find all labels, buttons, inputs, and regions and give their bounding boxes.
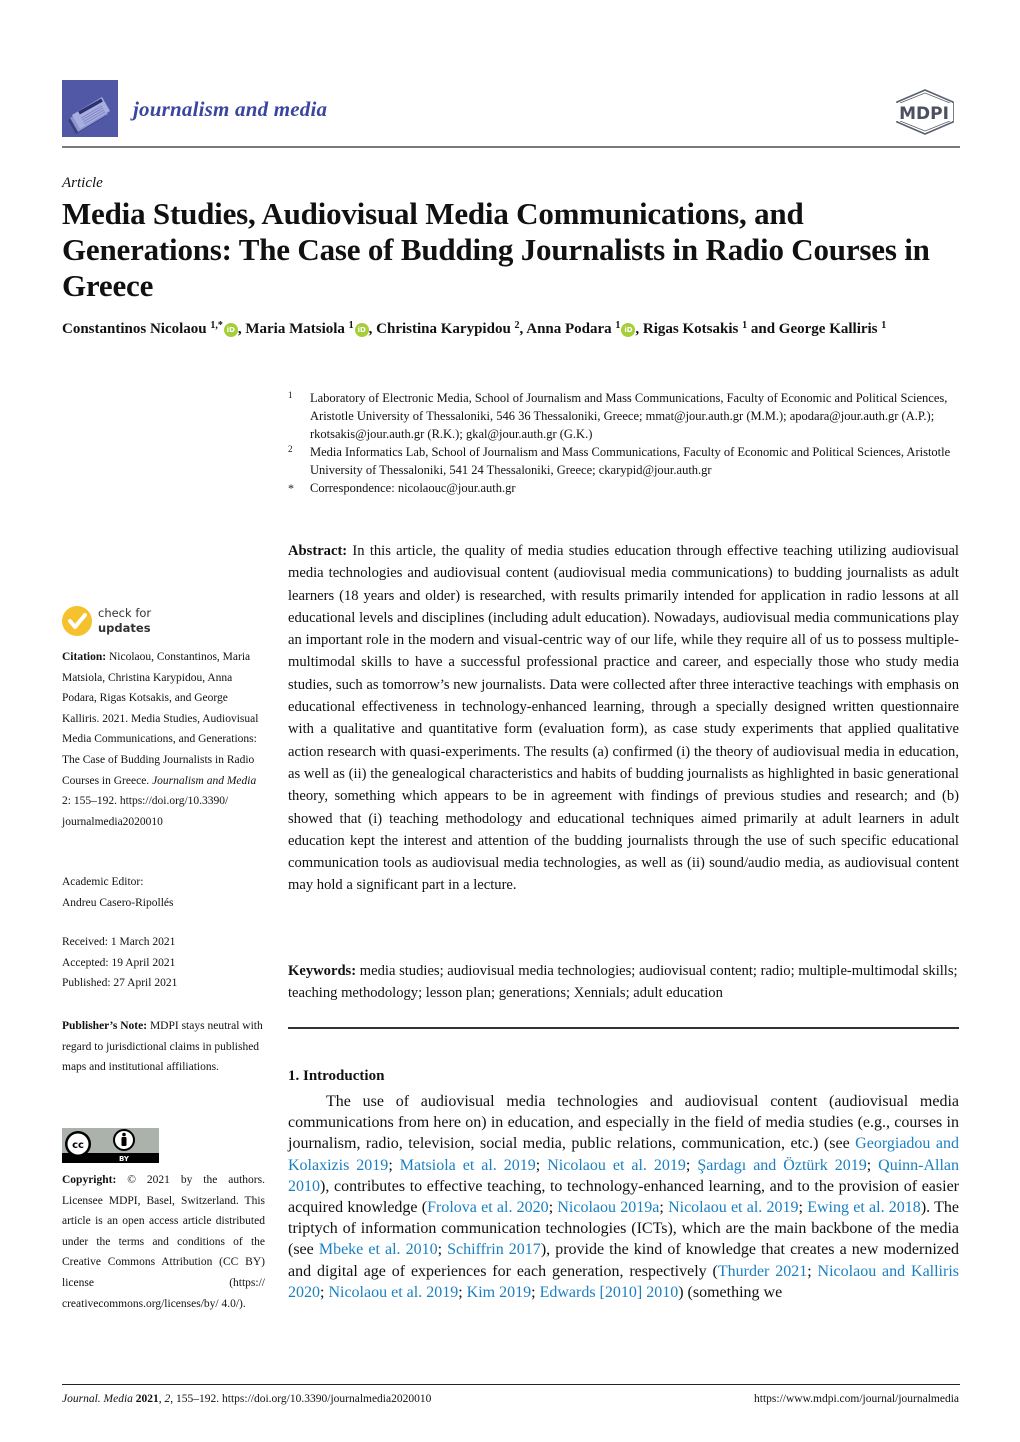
footer-journal: Journal. Media [62,1393,133,1405]
footer-year: 2021 [135,1393,159,1405]
intro-text: ; [437,1241,448,1259]
reference-link[interactable]: Matsiola et al. 2019 [400,1157,536,1174]
citation-journal: Journalism and Media [152,774,257,787]
author-affiliation-sup: 1,* [210,320,223,331]
mdpi-logo-text: MDPI [899,104,949,124]
academic-editor: Academic Editor: Andreu Casero-Ripollés [62,872,265,913]
intro-text: ; [807,1262,818,1280]
received-date: Received: 1 March 2021 [62,936,176,948]
section-heading-introduction: 1. Introduction [288,1068,385,1084]
copyright-label: Copyright: [62,1174,117,1186]
author-name: Rigas Kotsakis [642,321,743,337]
reference-link[interactable]: Kim 2019 [467,1284,531,1301]
accepted-date: Accepted: 19 April 2021 [62,956,176,969]
intro-text: ; [458,1283,467,1301]
publisher-note: Publisher’s Note: MDPI stays neutral wit… [62,1016,265,1078]
by-icon: BY [119,1155,130,1163]
reference-link[interactable]: Mbeke et al. 2010 [319,1241,438,1258]
citation-text: Nicolaou, Constantinos, Maria Matsiola, … [62,651,259,787]
correspondence-marker: * [288,481,294,495]
author-affiliation-sup: 1 [881,320,887,331]
reference-link[interactable]: Şardagı and Öztürk 2019 [697,1157,866,1174]
citation-label: Citation: [62,651,107,663]
author-affiliation-sup: 1 [615,320,621,331]
keywords: Keywords: media studies; audiovisual med… [288,960,959,1005]
abstract-text: In this article, the quality of media st… [288,543,959,894]
citation-doi[interactable]: 2: 155–192. https://doi.org/10.3390/ jou… [62,795,228,828]
abstract-label: Abstract: [288,543,348,559]
intro-text: ; [388,1156,400,1174]
affiliation-text: Laboratory of Electronic Media, School o… [310,391,948,441]
journal-logo-icon[interactable] [62,80,118,137]
copyright-text: © 2021 by the authors. Licensee MDPI, Ba… [62,1174,265,1310]
keywords-text: media studies; audiovisual media technol… [288,963,958,1002]
publisher-note-label: Publisher’s Note: [62,1020,148,1032]
affiliation-marker: 1 [288,390,293,400]
author-name: Maria Matsiola [245,321,349,337]
intro-text: ; [798,1199,808,1217]
affiliation-marker: 2 [288,444,293,454]
check-for-label: check for [98,606,152,620]
author-affiliation-sup: 1 [348,320,354,331]
intro-text: ; [685,1156,698,1174]
mdpi-logo-icon[interactable]: MDPI [885,88,960,136]
intro-text: ; [866,1156,879,1174]
reference-link[interactable]: Nicolaou 2019a [557,1199,659,1216]
footer-journal-url[interactable]: https://www.mdpi.com/journal/journalmedi… [700,1393,959,1405]
check-for-updates-button[interactable]: check for updates [62,604,172,638]
reference-link[interactable]: Nicolaou et al. 2019 [328,1284,458,1301]
author-affiliation-sup: 2 [514,320,520,331]
author-list: Constantinos Nicolaou 1,* iD, Maria Matsi… [62,320,887,337]
header-divider [62,146,960,148]
affiliations: 1 Laboratory of Electronic Media, School… [288,389,968,497]
abstract: Abstract: In this article, the quality o… [288,540,959,897]
cc-by-license-badge[interactable]: cc BY [62,1128,159,1163]
cc-icon: cc [72,1140,84,1151]
reference-link[interactable]: Edwards [2010] 2010 [540,1284,679,1301]
checkmark-icon [62,606,92,636]
reference-link[interactable]: Nicolaou et al. 2019 [668,1199,798,1216]
affiliation-2: 2 Media Informatics Lab, School of Journ… [288,443,968,479]
publication-dates: Received: 1 March 2021 Accepted: 19 Apri… [62,932,265,994]
affiliation-1: 1 Laboratory of Electronic Media, School… [288,389,968,443]
reference-link[interactable]: Ewing et al. 2018 [807,1199,921,1216]
reference-link[interactable]: Nicolaou et al. 2019 [547,1157,686,1174]
introduction-paragraph: The use of audiovisual media technologie… [288,1091,959,1303]
reference-link[interactable]: Frolova et al. 2020 [427,1199,549,1216]
author-name: Christina Karypidou [376,321,515,337]
author-affiliation-sup: 1 [742,320,748,331]
citation-block: Citation: Nicolaou, Constantinos, Maria … [62,647,265,832]
author-name: Anna Podara [526,321,616,337]
article-type: Article [62,175,103,191]
reference-link[interactable]: Schiffrin 2017 [447,1241,541,1258]
correspondence-text: Correspondence: nicolaouc@jour.auth.gr [310,481,516,495]
orcid-icon[interactable]: iD [354,323,369,337]
affiliation-text: Media Informatics Lab, School of Journal… [310,445,951,477]
editor-label: Academic Editor: [62,876,144,888]
footer-divider [62,1384,960,1385]
footer-citation: Journal. Media 2021, 2, 155–192. https:/… [62,1393,432,1405]
updates-label: updates [98,621,151,635]
keywords-label: Keywords: [288,963,357,979]
published-date: Published: 27 April 2021 [62,977,178,990]
reference-link[interactable]: Thurder 2021 [718,1263,807,1280]
article-title: Media Studies, Audiovisual Media Communi… [62,196,930,303]
journal-name[interactable]: journalism and media [133,97,327,122]
intro-text: ; [659,1199,669,1217]
copyright-notice: Copyright: © 2021 by the authors. Licens… [62,1170,265,1314]
orcid-icon[interactable]: iD [621,323,636,337]
author-name: George Kalliris [778,321,882,337]
footer-doi[interactable]: , 155–192. https://doi.org/10.3390/journ… [170,1393,431,1405]
editor-name: Andreu Casero-Ripollés [62,896,174,909]
intro-text: ; [531,1283,540,1301]
section-divider [288,1027,959,1029]
author-name: Constantinos Nicolaou [62,321,211,337]
intro-text: ) (something we [678,1283,783,1301]
correspondence: * Correspondence: nicolaouc@jour.auth.gr [288,479,968,497]
orcid-icon[interactable]: iD [223,323,238,337]
intro-text: ; [535,1156,548,1174]
